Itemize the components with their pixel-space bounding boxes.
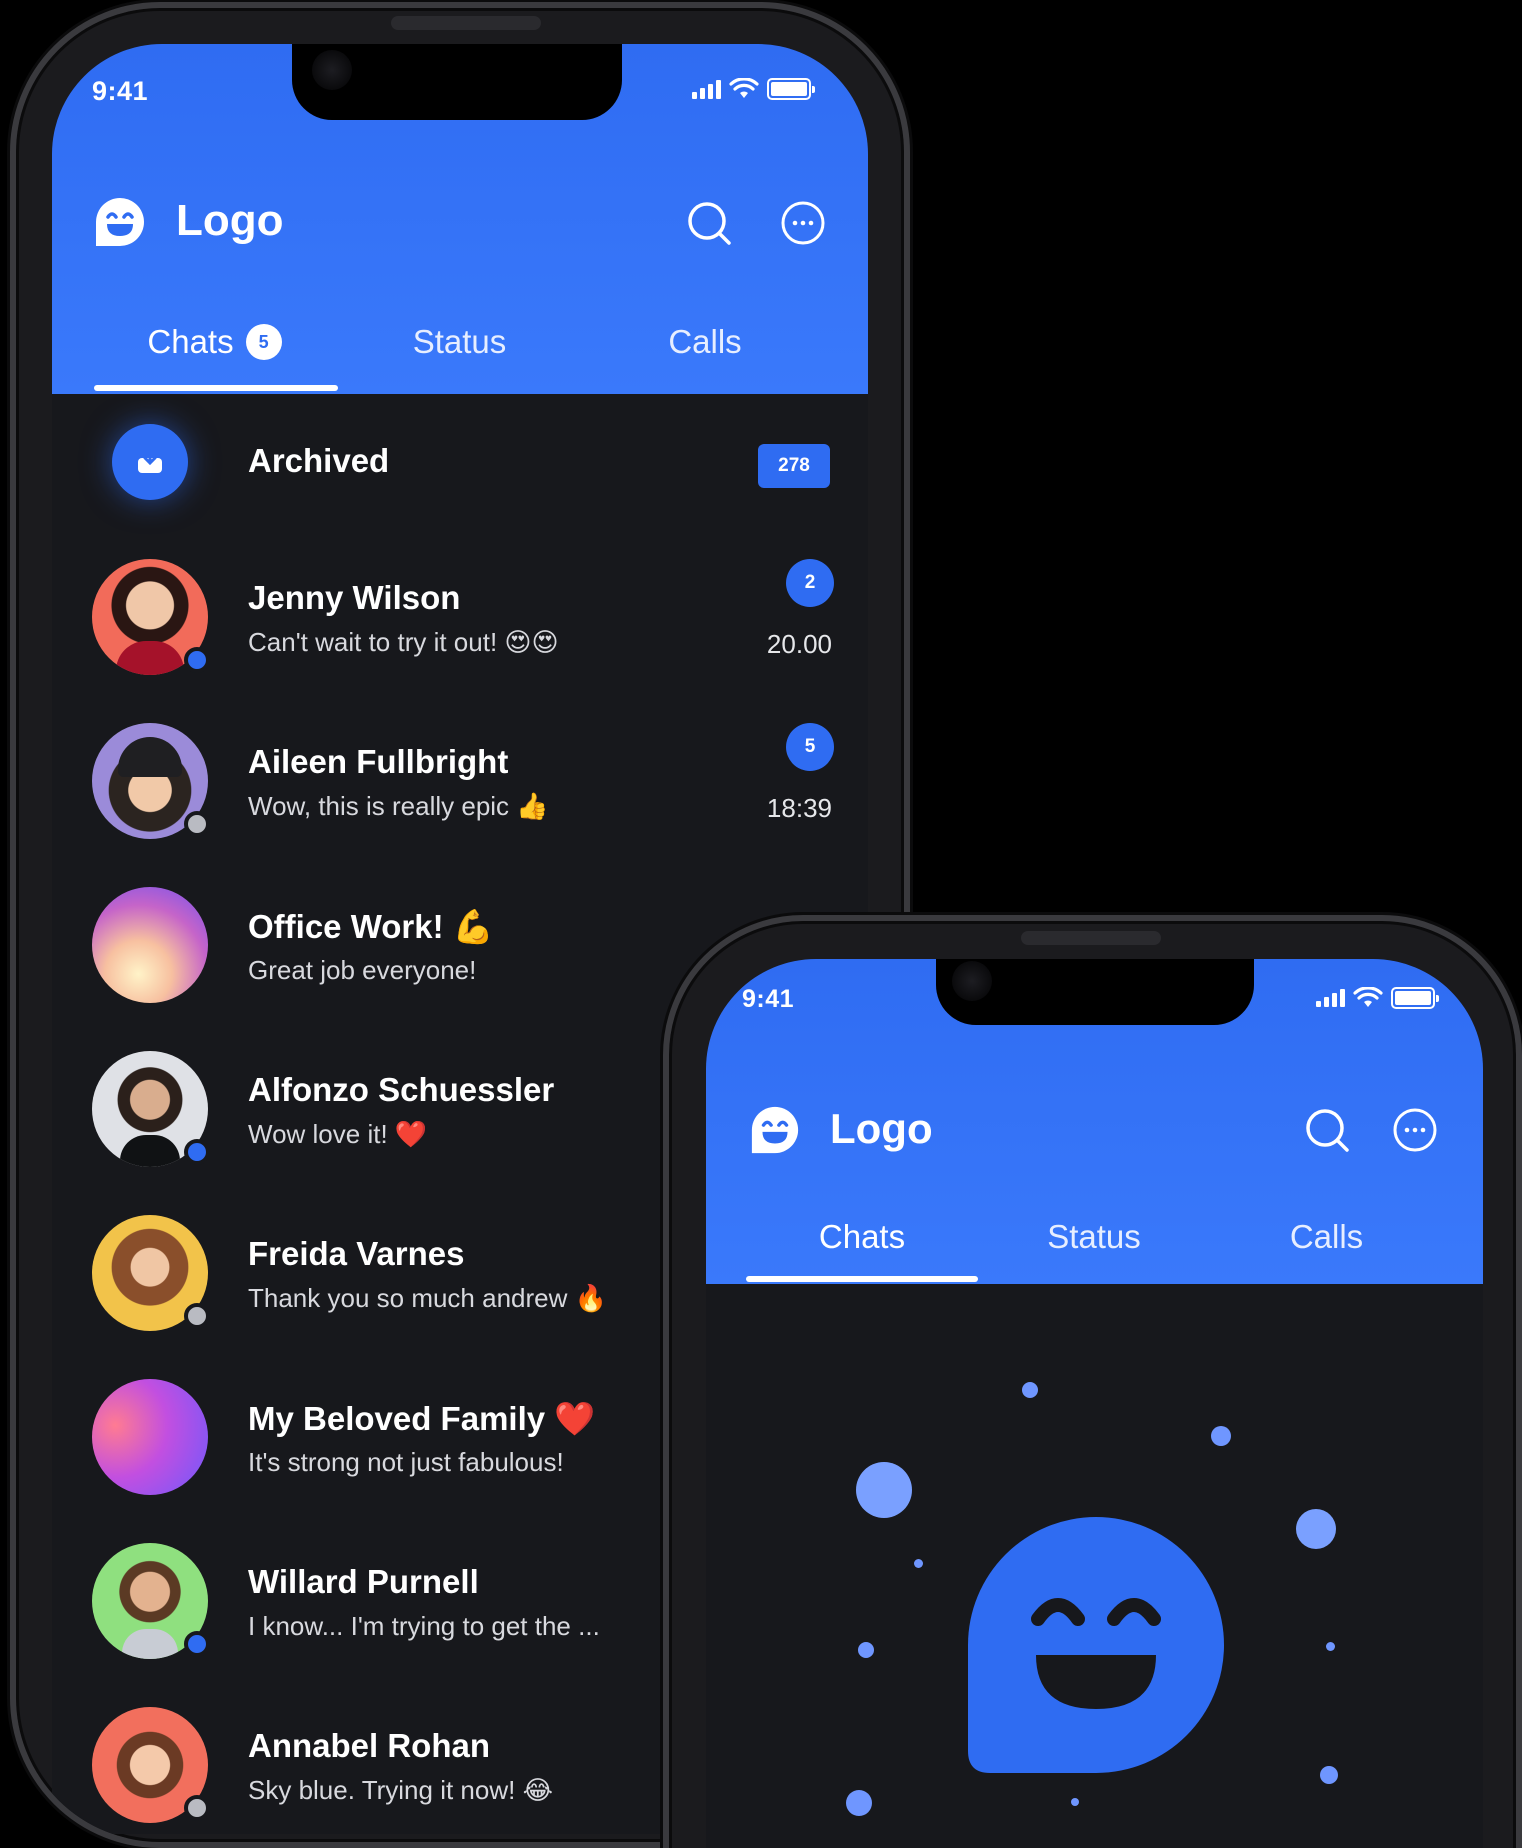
contact-name: Office Work! 💪	[248, 907, 494, 946]
tab-status[interactable]: Status	[978, 1209, 1210, 1265]
tab-chats-badge: 5	[245, 324, 282, 360]
status-icons	[1316, 987, 1439, 1009]
battery-icon	[1391, 987, 1439, 1009]
empty-state-illustration	[706, 1284, 1483, 1848]
group-avatar	[92, 1379, 208, 1495]
decor-dot	[1211, 1426, 1231, 1446]
message-preview: Sky blue. Trying it now! 😂	[248, 1775, 553, 1806]
tab-calls-label: Calls	[668, 323, 742, 360]
contact-name: Willard Purnell	[248, 1563, 479, 1600]
unread-count: 5	[786, 723, 834, 771]
message-preview: I know... I'm trying to get the ...	[248, 1611, 600, 1641]
logo-text: Logo	[176, 196, 284, 245]
message-preview: It's strong not just fabulous!	[248, 1447, 564, 1477]
presence-online	[184, 1139, 210, 1165]
archived-label: Archived	[248, 442, 390, 479]
tab-chats-label: Chats	[147, 323, 234, 360]
app-header: 9:41 Logo	[706, 959, 1483, 1284]
logo-smiley-icon	[96, 198, 144, 246]
tab-status-label: Status	[1047, 1218, 1141, 1255]
app-logo: Logo	[748, 1103, 933, 1155]
presence-offline	[184, 1795, 210, 1821]
tab-status[interactable]: Status	[337, 312, 582, 372]
message-time: 18:39	[766, 793, 832, 823]
contact-name: Freida Varnes	[248, 1235, 465, 1272]
group-avatar	[92, 887, 208, 1003]
message-preview: Wow love it! ❤️	[248, 1119, 428, 1150]
tab-underline	[746, 1276, 978, 1282]
archive-icon	[112, 424, 188, 500]
decor-dot	[914, 1559, 923, 1568]
message-preview: Great job everyone!	[248, 955, 477, 985]
logo-text: Logo	[830, 1105, 933, 1152]
signal-icon	[692, 79, 721, 99]
smiley-chat-icon	[968, 1517, 1224, 1773]
contact-name: Alfonzo Schuessler	[248, 1071, 555, 1108]
decor-dot	[1320, 1766, 1338, 1784]
decor-dot	[858, 1642, 874, 1658]
front-camera	[952, 961, 992, 1001]
tab-chats[interactable]: Chats	[746, 1209, 978, 1265]
phone-small: 9:41 Logo Chats Status Calls	[663, 915, 1522, 1848]
app-header: 9:41 Logo	[52, 44, 868, 394]
presence-online	[184, 1631, 210, 1657]
message-preview: Thank you so much andrew 🔥	[248, 1283, 607, 1314]
archived-row[interactable]: Archived 278	[52, 406, 868, 516]
search-icon[interactable]	[1304, 1107, 1350, 1153]
tab-underline	[94, 385, 338, 391]
contact-name: My Beloved Family ❤️	[248, 1399, 596, 1438]
notch	[936, 959, 1254, 1025]
tab-calls[interactable]: Calls	[1210, 1209, 1443, 1265]
decor-dot	[1296, 1509, 1336, 1549]
chat-row-aileen-fullbright[interactable]: Aileen Fullbright Wow, this is really ep…	[52, 723, 868, 861]
message-preview: Can't wait to try it out! 😍😍	[248, 627, 559, 658]
decor-dot	[1326, 1642, 1335, 1651]
decor-dot	[1022, 1382, 1038, 1398]
status-icons	[692, 78, 815, 100]
message-preview: Wow, this is really epic 👍	[248, 791, 549, 822]
contact-name: Annabel Rohan	[248, 1727, 491, 1764]
presence-online	[184, 647, 210, 673]
presence-offline	[184, 811, 210, 837]
battery-icon	[767, 78, 815, 100]
unread-count: 2	[786, 559, 834, 607]
logo-smiley-icon	[751, 1106, 799, 1154]
screen-small: 9:41 Logo Chats Status Calls	[706, 959, 1483, 1848]
earpiece	[391, 16, 541, 30]
more-options-icon[interactable]	[780, 200, 826, 246]
decor-dot	[1071, 1798, 1079, 1806]
archived-count: 278	[758, 444, 830, 488]
tab-status-label: Status	[412, 323, 507, 360]
notch	[292, 44, 622, 120]
tab-bar: Chats Status Calls	[746, 1209, 1443, 1265]
app-logo: Logo	[92, 194, 284, 248]
status-time: 9:41	[742, 985, 795, 1013]
wifi-icon	[1353, 987, 1383, 1007]
message-time: 20.00	[766, 629, 832, 659]
decor-dot	[856, 1462, 912, 1518]
status-time: 9:41	[92, 76, 149, 106]
signal-icon	[1316, 989, 1345, 1007]
contact-name: Jenny Wilson	[248, 579, 461, 616]
presence-offline	[184, 1303, 210, 1329]
more-options-icon[interactable]	[1392, 1107, 1438, 1153]
tab-bar: Chats 5 Status Calls	[92, 312, 828, 372]
earpiece	[1021, 931, 1161, 945]
tab-chats-label: Chats	[818, 1218, 906, 1255]
wifi-icon	[729, 78, 759, 98]
decor-dot	[846, 1790, 872, 1816]
tab-chats[interactable]: Chats 5	[92, 312, 337, 372]
contact-name: Aileen Fullbright	[248, 743, 509, 780]
tab-calls-label: Calls	[1289, 1218, 1364, 1255]
tab-calls[interactable]: Calls	[582, 312, 828, 372]
chat-row-jenny-wilson[interactable]: Jenny Wilson Can't wait to try it out! 😍…	[52, 559, 868, 697]
search-icon[interactable]	[686, 200, 732, 246]
front-camera	[312, 50, 352, 90]
